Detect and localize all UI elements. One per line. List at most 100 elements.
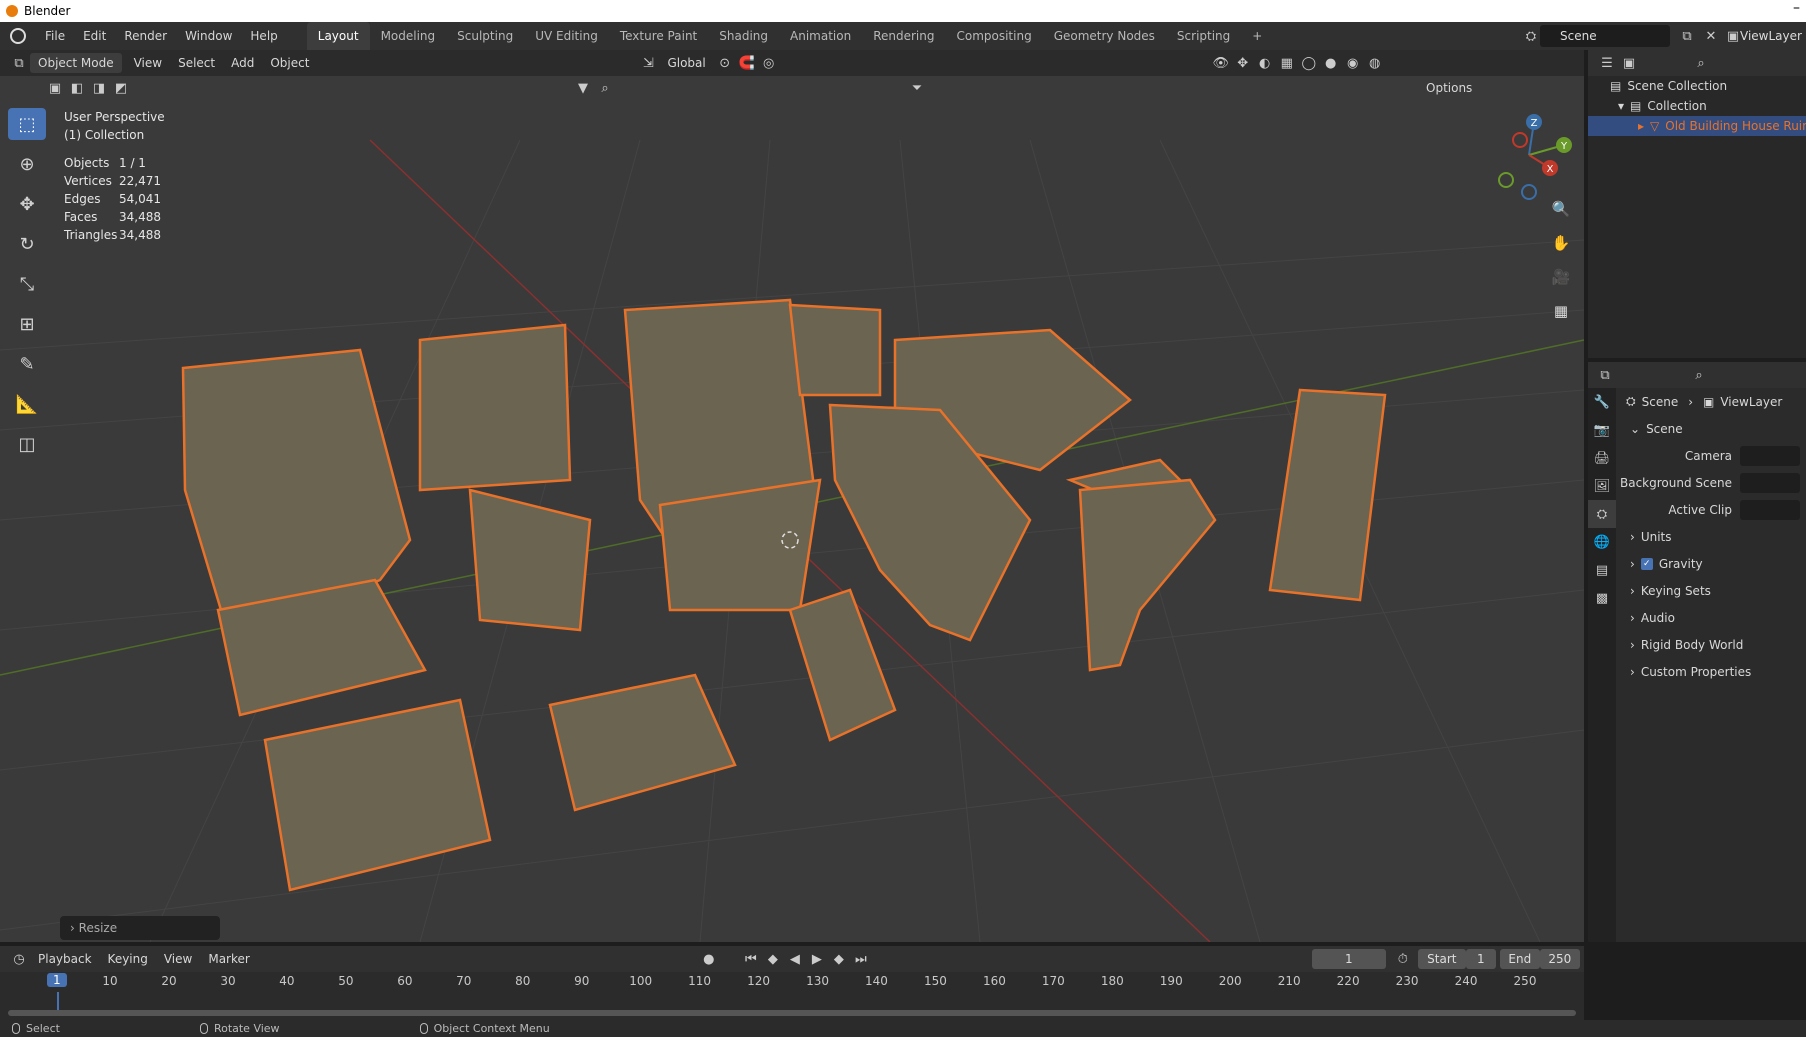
- properties-search-icon[interactable]: ⌕: [1688, 365, 1710, 385]
- tab-geometry-nodes[interactable]: Geometry Nodes: [1043, 22, 1166, 50]
- menu-timeline-view[interactable]: View: [156, 949, 200, 969]
- menu-view[interactable]: View: [126, 53, 170, 73]
- menu-keying[interactable]: Keying: [100, 949, 156, 969]
- tab-scripting[interactable]: Scripting: [1166, 22, 1241, 50]
- menu-render[interactable]: Render: [115, 29, 176, 43]
- navigation-gizmo[interactable]: Z Y X: [1484, 110, 1574, 200]
- move-tool[interactable]: ✥: [8, 188, 46, 220]
- playhead-line[interactable]: [57, 992, 59, 1010]
- ruins-mesh[interactable]: [181, 298, 1387, 892]
- cursor-tool[interactable]: ⊕: [8, 148, 46, 180]
- outliner-filter-icon[interactable]: ▣: [1618, 53, 1640, 73]
- properties-editor-type-icon[interactable]: ⧉: [1594, 365, 1616, 385]
- tab-shading[interactable]: Shading: [708, 22, 779, 50]
- shading-solid-icon[interactable]: ●: [1320, 53, 1342, 73]
- rotate-tool[interactable]: ↻: [8, 228, 46, 260]
- scene-icon[interactable]: ⛭: [1520, 26, 1542, 46]
- record-icon[interactable]: ●: [698, 949, 720, 969]
- menu-select[interactable]: Select: [170, 53, 223, 73]
- add-workspace-button[interactable]: +: [1241, 22, 1273, 50]
- 3d-viewport[interactable]: ⧉ Object Mode View Select Add Object ⇲ G…: [0, 50, 1584, 942]
- end-frame-field[interactable]: 250: [1539, 949, 1580, 969]
- scene-tab-icon[interactable]: ⛭: [1588, 500, 1616, 528]
- proportional-editing-icon[interactable]: ◎: [758, 53, 780, 73]
- shading-material-icon[interactable]: ◉: [1342, 53, 1364, 73]
- units-panel[interactable]: › Units: [1620, 523, 1806, 550]
- keying-sets-panel[interactable]: › Keying Sets: [1620, 577, 1806, 604]
- zoom-icon[interactable]: 🔍: [1548, 196, 1574, 222]
- filter-icon[interactable]: ▼: [572, 78, 594, 98]
- play-icon[interactable]: ▶: [806, 949, 828, 969]
- stopwatch-icon[interactable]: ⏱: [1392, 949, 1414, 969]
- texture-tab-icon[interactable]: ▩: [1588, 584, 1616, 612]
- overlays-icon[interactable]: ◐: [1254, 53, 1276, 73]
- camera-view-icon[interactable]: 🎥: [1548, 264, 1574, 290]
- active-clip-field[interactable]: [1740, 499, 1800, 520]
- search-icon[interactable]: ⌕: [594, 78, 616, 98]
- play-reverse-icon[interactable]: ◀: [784, 949, 806, 969]
- menu-add[interactable]: Add: [223, 53, 262, 73]
- shading-rendered-icon[interactable]: ◍: [1364, 53, 1386, 73]
- add-cube-tool[interactable]: ◫: [8, 428, 46, 460]
- prev-keyframe-icon[interactable]: ◆: [762, 949, 784, 969]
- annotate-tool[interactable]: ✎: [8, 348, 46, 380]
- scene-panel-header[interactable]: ⌄ Scene: [1620, 415, 1806, 442]
- tab-modeling[interactable]: Modeling: [370, 22, 447, 50]
- transform-orientation-dropdown[interactable]: Global: [659, 53, 713, 73]
- outliner-search-icon[interactable]: ⌕: [1690, 53, 1712, 73]
- menu-marker[interactable]: Marker: [200, 949, 257, 969]
- outliner-scene-collection[interactable]: ▤ Scene Collection: [1588, 76, 1806, 96]
- last-operator-panel[interactable]: › Resize: [60, 916, 220, 940]
- menu-edit[interactable]: Edit: [74, 29, 115, 43]
- select-mode-extend-icon[interactable]: ◧: [66, 78, 88, 98]
- current-frame-marker[interactable]: 1: [47, 973, 67, 987]
- gravity-panel[interactable]: › ✓ Gravity: [1620, 550, 1806, 577]
- shading-wireframe-icon[interactable]: ◯: [1298, 53, 1320, 73]
- tab-uv-editing[interactable]: UV Editing: [524, 22, 609, 50]
- transform-orientation-icon[interactable]: ⇲: [637, 53, 659, 73]
- xray-icon[interactable]: ▦: [1276, 53, 1298, 73]
- funnel-icon[interactable]: ⏷: [906, 78, 928, 98]
- rigid-body-world-panel[interactable]: › Rigid Body World: [1620, 631, 1806, 658]
- render-tab-icon[interactable]: 📷: [1588, 416, 1616, 444]
- outliner-display-mode-icon[interactable]: ☰: [1596, 53, 1618, 73]
- delete-scene-icon[interactable]: ✕: [1700, 26, 1722, 46]
- expand-arrow-icon[interactable]: ▸: [1638, 116, 1644, 136]
- outliner-collection[interactable]: ▾ ▤ Collection: [1588, 96, 1806, 116]
- menu-file[interactable]: File: [36, 29, 74, 43]
- next-keyframe-icon[interactable]: ◆: [828, 949, 850, 969]
- perspective-toggle-icon[interactable]: ▦: [1548, 298, 1574, 324]
- start-frame-field[interactable]: 1: [1465, 949, 1496, 969]
- pan-hand-icon[interactable]: ✋: [1548, 230, 1574, 256]
- menu-object[interactable]: Object: [262, 53, 317, 73]
- collection-tab-icon[interactable]: ▤: [1588, 556, 1616, 584]
- jump-end-icon[interactable]: ⏭: [850, 949, 872, 969]
- output-tab-icon[interactable]: 🖨: [1588, 444, 1616, 472]
- tab-rendering[interactable]: Rendering: [862, 22, 945, 50]
- tab-animation[interactable]: Animation: [779, 22, 862, 50]
- select-mode-intersect-icon[interactable]: ◩: [110, 78, 132, 98]
- menu-playback[interactable]: Playback: [30, 949, 100, 969]
- tab-sculpting[interactable]: Sculpting: [446, 22, 524, 50]
- blender-menu-icon[interactable]: [10, 28, 26, 44]
- tab-texture-paint[interactable]: Texture Paint: [609, 22, 708, 50]
- options-dropdown[interactable]: Options: [1418, 78, 1480, 98]
- camera-field[interactable]: [1740, 445, 1800, 466]
- transform-tool[interactable]: ⊞: [8, 308, 46, 340]
- tab-compositing[interactable]: Compositing: [945, 22, 1042, 50]
- scene-selector[interactable]: Scene: [1540, 25, 1670, 47]
- tab-layout[interactable]: Layout: [306, 22, 370, 50]
- minimize-button[interactable]: –: [1793, 0, 1800, 16]
- jump-start-icon[interactable]: ⏮: [740, 949, 762, 969]
- select-mode-subtract-icon[interactable]: ◨: [88, 78, 110, 98]
- audio-panel[interactable]: › Audio: [1620, 604, 1806, 631]
- viewlayer-selector[interactable]: ViewLayer: [1740, 25, 1806, 47]
- timeline-editor-type-icon[interactable]: ◷: [8, 949, 30, 969]
- new-scene-icon[interactable]: ⧉: [1676, 26, 1698, 46]
- expand-arrow-icon[interactable]: ▾: [1618, 96, 1624, 116]
- measure-tool[interactable]: 📐: [8, 388, 46, 420]
- select-box-tool[interactable]: ⬚: [8, 108, 46, 140]
- menu-help[interactable]: Help: [241, 29, 286, 43]
- gravity-checkbox[interactable]: ✓: [1640, 557, 1653, 570]
- snap-icon[interactable]: 🧲: [736, 53, 758, 73]
